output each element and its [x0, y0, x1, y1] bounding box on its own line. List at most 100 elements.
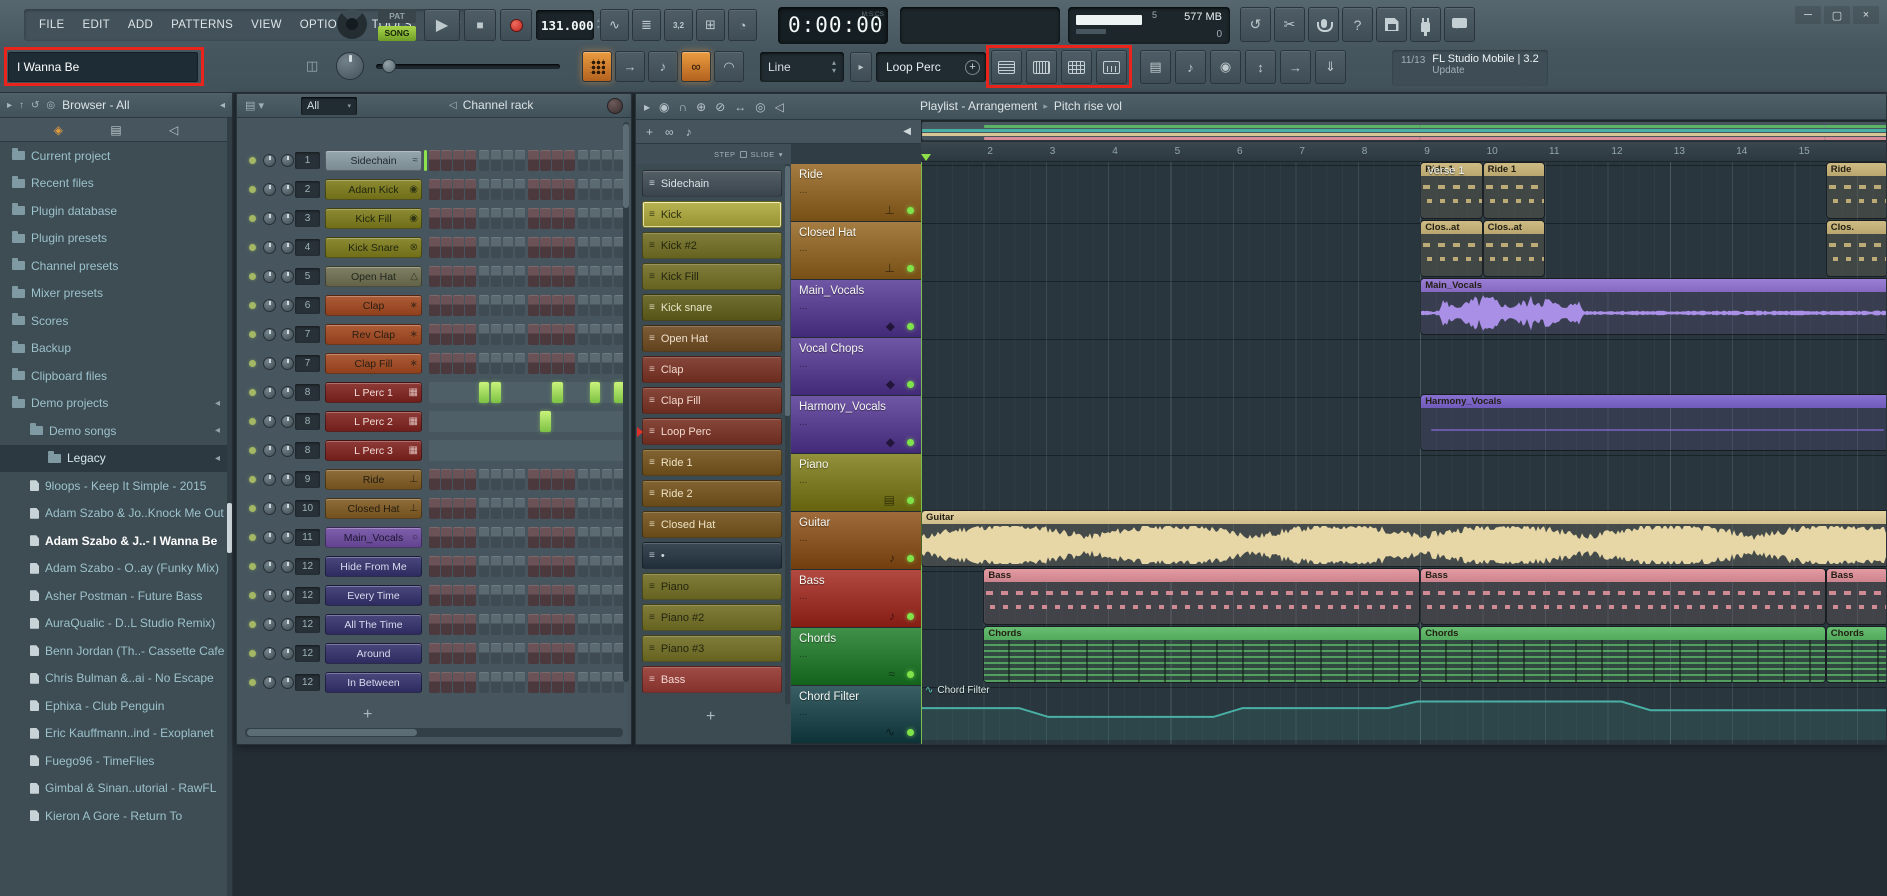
step-cell[interactable] [552, 353, 563, 374]
step-cell[interactable] [528, 208, 539, 229]
channel-rack-view-button[interactable] [1061, 50, 1092, 84]
step-cell[interactable] [491, 527, 502, 548]
step-cell[interactable] [552, 643, 563, 664]
step-cell[interactable] [602, 324, 613, 345]
typing-keyboard-icon[interactable]: ◫ [306, 58, 318, 74]
step-cell[interactable] [479, 353, 490, 374]
step-cell[interactable] [552, 498, 563, 519]
channel-volume-knob[interactable] [281, 618, 294, 631]
overdub-icon[interactable]: ⊞ [696, 9, 725, 41]
step-cell[interactable] [479, 498, 490, 519]
channel-volume-knob[interactable] [281, 328, 294, 341]
scope-icon[interactable]: ∿ [600, 9, 629, 41]
channel-volume-knob[interactable] [281, 415, 294, 428]
clip-clos-at[interactable]: Clos..at [1484, 221, 1544, 276]
step-cell[interactable] [479, 295, 490, 316]
channel-button-sidechain[interactable]: Sidechain≈ [325, 150, 422, 171]
step-cell[interactable] [429, 237, 440, 258]
step-cell[interactable] [441, 208, 452, 229]
channel-filter-dropdown[interactable]: All ▾ [301, 97, 357, 115]
scrollbar-thumb[interactable] [785, 166, 790, 416]
step-cell[interactable] [503, 643, 514, 664]
step-cell[interactable] [453, 643, 464, 664]
pattern-item-piano-2[interactable]: ≡Piano #2 [642, 604, 782, 631]
step-cell[interactable] [465, 179, 476, 200]
step-cell[interactable] [564, 150, 575, 171]
step-cell[interactable] [528, 237, 539, 258]
step-cell[interactable] [441, 353, 452, 374]
track-armed-led[interactable] [907, 207, 914, 214]
channel-button-in-between[interactable]: In Between [325, 672, 422, 693]
browser-item-plugin-database[interactable]: Plugin database [0, 197, 228, 225]
collapse-chevron-icon[interactable]: ◂ [220, 100, 225, 111]
clip-chords[interactable]: Chords [1421, 627, 1825, 682]
scrollbar-thumb[interactable] [247, 729, 417, 736]
step-cell[interactable] [564, 266, 575, 287]
step-cell[interactable] [564, 237, 575, 258]
step-cell[interactable] [453, 324, 464, 345]
step-cell[interactable] [453, 498, 464, 519]
step-cell[interactable] [429, 643, 440, 664]
step-cell[interactable] [491, 382, 502, 403]
channel-mute-led[interactable] [249, 476, 256, 483]
step-cell[interactable] [578, 179, 589, 200]
step-cell[interactable] [590, 498, 601, 519]
step-cell[interactable] [479, 672, 490, 693]
step-cell[interactable] [441, 179, 452, 200]
step-cell[interactable] [578, 266, 589, 287]
browser-item-adam-szabo-o-ay-funky-mix[interactable]: Adam Szabo - O..ay (Funky Mix) [0, 555, 228, 583]
step-cell[interactable] [552, 179, 563, 200]
step-cell[interactable] [590, 643, 601, 664]
channel-pan-knob[interactable] [263, 444, 276, 457]
pattern-item-kick-fill[interactable]: ≡Kick Fill [642, 263, 782, 290]
channel-pan-knob[interactable] [263, 618, 276, 631]
browser-item-kieron-a-gore-return-to[interactable]: Kieron A Gore - Return To [0, 802, 228, 830]
step-cell[interactable] [602, 295, 613, 316]
rack-volume-knob[interactable] [607, 98, 623, 114]
rack-horizontal-scrollbar[interactable] [245, 728, 623, 737]
track-options[interactable]: ... [799, 591, 807, 602]
step-cell[interactable] [465, 353, 476, 374]
step-cell[interactable] [515, 498, 526, 519]
pat-song-switch[interactable]: PAT SONG [378, 9, 416, 41]
browser-item-adam-szabo-jo-knock-me-out[interactable]: Adam Szabo & Jo..Knock Me Out [0, 500, 228, 528]
mixer-view-button[interactable] [1096, 50, 1127, 84]
step-cell[interactable] [564, 498, 575, 519]
step-cell[interactable] [465, 150, 476, 171]
pattern-item-sidechain[interactable]: ≡Sidechain [642, 170, 782, 197]
chat-button[interactable] [1444, 7, 1475, 42]
step-cell[interactable] [453, 527, 464, 548]
channel-volume-knob[interactable] [281, 212, 294, 225]
step-cell[interactable] [453, 179, 464, 200]
touch-controls-button[interactable]: ↕ [1245, 50, 1276, 84]
browser-item-ephixa-club-penguin[interactable]: Ephixa - Club Penguin [0, 692, 228, 720]
step-cell[interactable] [602, 266, 613, 287]
channel-pan-knob[interactable] [263, 502, 276, 515]
step-cell[interactable] [429, 614, 440, 635]
channel-pan-knob[interactable] [263, 270, 276, 283]
browser-item-backup[interactable]: Backup [0, 335, 228, 363]
step-cell[interactable] [491, 585, 502, 606]
step-cell[interactable] [564, 179, 575, 200]
browser-item-auraqualic-d-l-studio-remix[interactable]: AuraQualic - D..L Studio Remix) [0, 610, 228, 638]
clip-bass[interactable]: Bass [1421, 569, 1825, 624]
step-cell[interactable] [429, 208, 440, 229]
channel-volume-knob[interactable] [281, 560, 294, 573]
step-cell[interactable] [540, 527, 551, 548]
plugin-button[interactable] [1410, 7, 1441, 42]
track-header-chord-filter[interactable]: Chord Filter...∿ [791, 686, 921, 744]
step-cell[interactable] [540, 179, 551, 200]
step-cell[interactable] [465, 556, 476, 577]
step-cell[interactable] [590, 469, 601, 490]
track-armed-led[interactable] [907, 671, 914, 678]
draw-tool-icon[interactable]: + [646, 125, 653, 139]
step-cell[interactable] [578, 643, 589, 664]
channel-button-kick-fill[interactable]: Kick Fill◉ [325, 208, 422, 229]
menu-item-file[interactable]: FILE [30, 19, 74, 31]
menu-item-edit[interactable]: EDIT [74, 19, 119, 31]
record-tool-icon[interactable]: ◉ [659, 100, 669, 114]
step-cell[interactable] [441, 643, 452, 664]
channel-button-closed-hat[interactable]: Closed Hat⊥ [325, 498, 422, 519]
channel-volume-knob[interactable] [281, 502, 294, 515]
channel-mute-led[interactable] [249, 215, 256, 222]
